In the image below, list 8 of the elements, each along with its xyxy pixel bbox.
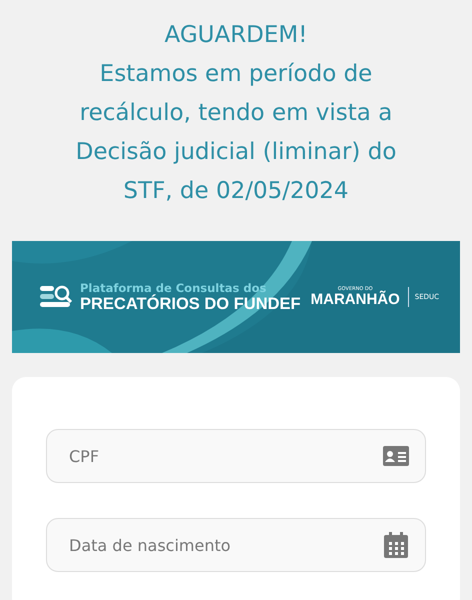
banner-subtitle: Plataforma de Consultas dos [80, 281, 268, 295]
state-logo: MARANHÃO [310, 292, 400, 308]
notice-message: Estamos em período de recálculo, tendo em vista a Decisão judicial (liminar) do STF, de 02/05/2024 [74, 60, 398, 206]
birth-date-field[interactable]: Data de nascimento [46, 518, 426, 572]
banner-title: PRECATÓRIOS DO FUNDEF [80, 295, 301, 313]
calendar-icon [382, 531, 410, 559]
cpf-field[interactable]: CPF [46, 429, 426, 483]
notice-title: AGUARDEM! [164, 21, 308, 50]
